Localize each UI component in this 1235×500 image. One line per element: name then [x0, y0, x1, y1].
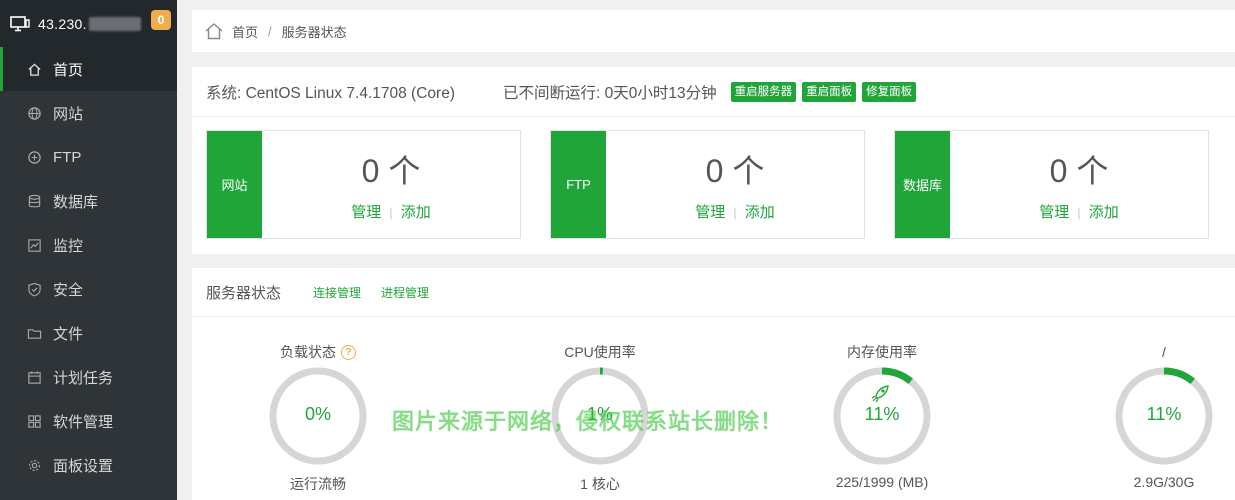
add-link[interactable]: 添加	[745, 204, 775, 221]
gauge-ring: 0%	[268, 366, 368, 466]
manage-link[interactable]: 管理	[351, 204, 381, 221]
server-header: 43.230. 0	[0, 0, 177, 47]
gauge-ring: 11%	[1114, 366, 1214, 466]
sidebar-item-label: 网站	[53, 105, 84, 123]
add-link[interactable]: 添加	[401, 204, 431, 221]
watermark-text: 图片来源于网络，侵权联系站长删除！	[392, 410, 784, 435]
ip-redaction	[88, 16, 141, 31]
monitor-chart-icon	[26, 237, 42, 253]
shield-icon	[26, 281, 42, 297]
database-icon	[26, 193, 42, 209]
website-card: 网站 0 个 管理 | 添加	[206, 130, 521, 239]
gauge-percent: 11%	[864, 404, 900, 424]
restart-panel-button[interactable]: 重启面板	[802, 81, 857, 102]
link-separator: |	[1077, 205, 1081, 220]
status-title: 服务器状态	[206, 284, 282, 302]
sidebar-item-label: 安全	[53, 281, 84, 299]
sidebar-item-software[interactable]: 软件管理	[0, 399, 177, 443]
os-info: 系统: CentOS Linux 7.4.1708 (Core)	[206, 84, 455, 102]
sidebar-item-label: 数据库	[53, 193, 99, 211]
gauge-sub: 1 核心	[580, 476, 620, 492]
sidebar-item-label: FTP	[53, 148, 82, 166]
sidebar-item-monitor[interactable]: 监控	[0, 223, 177, 267]
card-tag: 数据库	[895, 131, 950, 238]
breadcrumb-separator: /	[268, 23, 272, 39]
sidebar-item-settings[interactable]: 面板设置	[0, 443, 177, 487]
gauge-ring: 11%	[832, 366, 932, 466]
breadcrumb: 首页 / 服务器状态	[192, 10, 1235, 52]
server-status-panel: 服务器状态 连接管理 进程管理 负载状态? 0% 运行流畅 CPU使用率 1% …	[192, 268, 1235, 500]
load-gauge[interactable]: 负载状态? 0% 运行流畅	[218, 342, 418, 494]
sidebar-item-label: 计划任务	[53, 369, 114, 387]
home-icon	[26, 61, 42, 77]
gauge-title: CPU使用率	[564, 344, 636, 360]
system-info-bar: 系统: CentOS Linux 7.4.1708 (Core) 已不间断运行:…	[192, 67, 1235, 117]
database-card: 数据库 0 个 管理 | 添加	[894, 130, 1209, 239]
gauge-title: 负载状态	[280, 344, 336, 360]
help-icon[interactable]: ?	[341, 344, 356, 360]
ftp-icon	[26, 149, 42, 165]
card-count: 0 个	[361, 153, 421, 189]
folder-icon	[26, 325, 42, 341]
breadcrumb-current: 服务器状态	[281, 24, 347, 40]
gauge-sub: 运行流畅	[290, 476, 346, 492]
sidebar-item-ftp[interactable]: FTP	[0, 135, 177, 179]
ftp-card: FTP 0 个 管理 | 添加	[550, 130, 865, 239]
uptime-info: 已不间断运行: 0天0小时13分钟	[502, 84, 717, 102]
add-link[interactable]: 添加	[1089, 204, 1119, 221]
connection-manage-link[interactable]: 连接管理	[313, 284, 361, 301]
calendar-icon	[26, 369, 42, 385]
manage-link[interactable]: 管理	[695, 204, 725, 221]
gauge-title: /	[1162, 344, 1166, 360]
disk-gauge[interactable]: / 11% 2.9G/30G	[1064, 342, 1235, 490]
sidebar-item-database[interactable]: 数据库	[0, 179, 177, 223]
home-icon[interactable]	[204, 22, 224, 40]
grid-icon	[26, 413, 42, 429]
sidebar-item-home[interactable]: 首页	[0, 47, 177, 91]
status-header: 服务器状态 连接管理 进程管理	[192, 268, 1235, 317]
memory-gauge[interactable]: 内存使用率 11% 225/1999 (MB)	[782, 342, 982, 490]
rocket-icon[interactable]	[870, 382, 892, 404]
process-manage-link[interactable]: 进程管理	[381, 284, 429, 301]
sidebar-item-cron[interactable]: 计划任务	[0, 355, 177, 399]
globe-icon	[26, 105, 42, 121]
sidebar-item-label: 首页	[53, 61, 84, 79]
card-count: 0 个	[705, 153, 765, 189]
system-panel: 系统: CentOS Linux 7.4.1708 (Core) 已不间断运行:…	[192, 67, 1235, 254]
monitor-icon	[10, 15, 30, 31]
stat-cards: 网站 0 个 管理 | 添加 FTP 0 个 管理 | 添加 数据库 0 个 管…	[206, 130, 1235, 239]
sidebar-item-security[interactable]: 安全	[0, 267, 177, 311]
sidebar-item-label: 文件	[53, 325, 84, 343]
gauge-title: 内存使用率	[847, 344, 917, 360]
gauge-percent: 11%	[1146, 404, 1182, 424]
breadcrumb-home[interactable]: 首页	[232, 22, 258, 41]
gauge-percent: 0%	[304, 404, 331, 424]
card-tag: 网站	[207, 131, 262, 238]
sidebar-item-label: 监控	[53, 237, 84, 255]
repair-panel-button[interactable]: 修复面板	[862, 81, 917, 102]
gauge-sub: 225/1999 (MB)	[835, 474, 929, 490]
gauge-sub: 2.9G/30G	[1133, 474, 1195, 490]
server-ip: 43.230.	[38, 15, 87, 32]
sidebar-item-website[interactable]: 网站	[0, 91, 177, 135]
sidebar-item-label: 软件管理	[53, 413, 114, 431]
sidebar-item-label: 面板设置	[53, 457, 114, 475]
sidebar-item-files[interactable]: 文件	[0, 311, 177, 355]
sidebar: 43.230. 0 首页 网站 FTP 数据库 监控 安全 文件 计划任务 软件…	[0, 0, 177, 500]
gear-icon	[26, 457, 42, 473]
manage-link[interactable]: 管理	[1039, 204, 1069, 221]
card-tag: FTP	[551, 131, 606, 238]
link-separator: |	[389, 205, 393, 220]
link-separator: |	[733, 205, 737, 220]
restart-server-button[interactable]: 重启服务器	[730, 81, 797, 102]
notification-badge[interactable]: 0	[151, 10, 171, 30]
card-count: 0 个	[1049, 153, 1109, 189]
